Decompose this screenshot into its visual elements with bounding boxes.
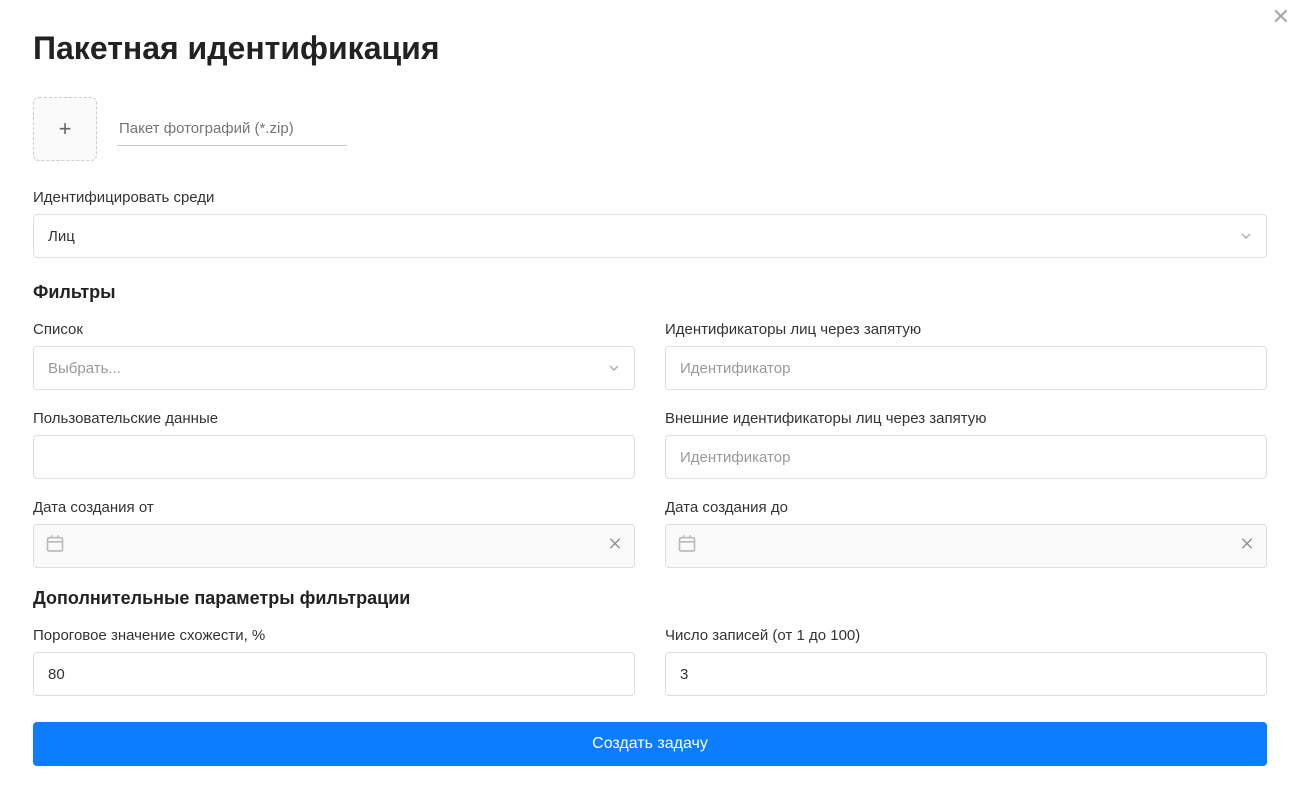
date-from-input[interactable] [33, 524, 635, 568]
date-from-col: Дата создания от [33, 499, 635, 568]
identify-among-value: Лиц [48, 228, 75, 245]
modal-container: Пакетная идентификация + Идентифицироват… [0, 0, 1300, 786]
identify-among-label: Идентифицировать среди [33, 189, 1267, 206]
filters-row-1: Список Выбрать... Идентификаторы лиц чер… [33, 321, 1267, 390]
chevron-down-icon [606, 360, 622, 376]
ext-ids-col: Внешние идентификаторы лиц через запятую [665, 410, 1267, 479]
close-icon [607, 536, 623, 552]
filters-row-2: Пользовательские данные Внешние идентифи… [33, 410, 1267, 479]
close-icon: ✕ [1272, 4, 1290, 29]
upload-input-wrap [117, 112, 347, 146]
date-from-wrap [33, 524, 635, 568]
close-icon [1239, 536, 1255, 552]
threshold-label: Пороговое значение схожести, % [33, 627, 635, 644]
threshold-input[interactable] [33, 652, 635, 696]
clear-date-from-button[interactable] [607, 536, 623, 557]
list-select[interactable]: Выбрать... [33, 346, 635, 390]
user-data-input[interactable] [33, 435, 635, 479]
page-title: Пакетная идентификация [33, 30, 1267, 67]
face-ids-label: Идентификаторы лиц через запятую [665, 321, 1267, 338]
identify-among-select[interactable]: Лиц [33, 214, 1267, 258]
threshold-col: Пороговое значение схожести, % [33, 627, 635, 696]
upload-filename-input[interactable] [117, 112, 347, 146]
date-to-label: Дата создания до [665, 499, 1267, 516]
filters-heading: Фильтры [33, 282, 1267, 303]
limit-col: Число записей (от 1 до 100) [665, 627, 1267, 696]
list-placeholder: Выбрать... [48, 360, 121, 377]
face-ids-input[interactable] [665, 346, 1267, 390]
create-task-button[interactable]: Создать задачу [33, 722, 1267, 766]
limit-label: Число записей (от 1 до 100) [665, 627, 1267, 644]
user-data-col: Пользовательские данные [33, 410, 635, 479]
clear-date-to-button[interactable] [1239, 536, 1255, 557]
user-data-label: Пользовательские данные [33, 410, 635, 427]
date-from-label: Дата создания от [33, 499, 635, 516]
filters-row-3: Дата создания от Дата создания до [33, 499, 1267, 568]
ext-ids-label: Внешние идентификаторы лиц через запятую [665, 410, 1267, 427]
chevron-down-icon [1238, 228, 1254, 244]
upload-row: + [33, 97, 1267, 161]
ext-ids-input[interactable] [665, 435, 1267, 479]
plus-icon: + [59, 116, 72, 142]
list-col: Список Выбрать... [33, 321, 635, 390]
identify-among-select-wrap: Лиц [33, 214, 1267, 258]
upload-button[interactable]: + [33, 97, 97, 161]
close-button[interactable]: ✕ [1272, 6, 1290, 28]
date-to-col: Дата создания до [665, 499, 1267, 568]
limit-input[interactable] [665, 652, 1267, 696]
date-to-wrap [665, 524, 1267, 568]
list-label: Список [33, 321, 635, 338]
date-to-input[interactable] [665, 524, 1267, 568]
extra-row: Пороговое значение схожести, % Число зап… [33, 627, 1267, 696]
extra-params-heading: Дополнительные параметры фильтрации [33, 588, 1267, 609]
face-ids-col: Идентификаторы лиц через запятую [665, 321, 1267, 390]
